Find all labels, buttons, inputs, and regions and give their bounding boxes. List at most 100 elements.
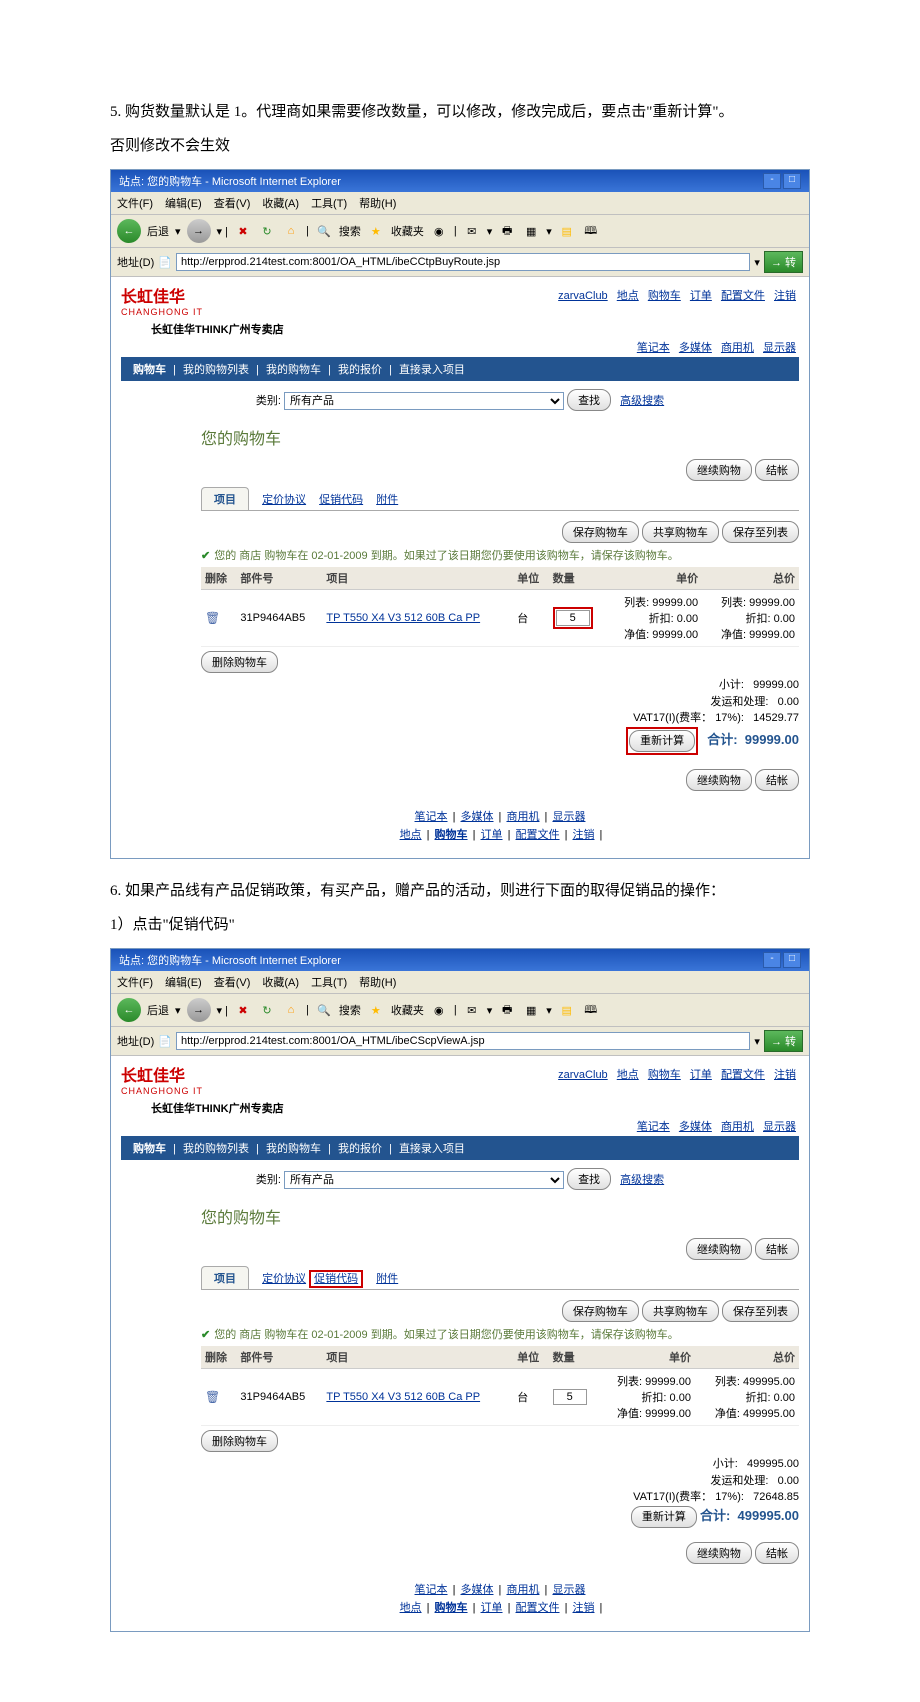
link-site[interactable]: 地点 — [617, 1069, 639, 1081]
forward-icon[interactable]: → — [187, 219, 211, 243]
minimize-icon[interactable]: - — [763, 173, 781, 189]
favorites-label[interactable]: 收藏夹 — [391, 223, 424, 239]
menu-tools[interactable]: 工具(T) — [311, 195, 347, 211]
tab-pricing[interactable]: 定价协议 — [262, 1273, 306, 1285]
foot-mon[interactable]: 显示器 — [552, 1584, 585, 1596]
tab-promo[interactable]: 促销代码 — [319, 494, 363, 506]
clear-cart-button[interactable]: 删除购物车 — [201, 651, 278, 673]
tab-promo[interactable]: 促销代码 — [314, 1273, 358, 1285]
subnav-multimedia[interactable]: 多媒体 — [679, 1121, 712, 1133]
mail-icon[interactable]: ✉ — [463, 222, 481, 240]
tab-item[interactable]: 项目 — [201, 1266, 249, 1289]
category-select[interactable]: 所有产品 — [284, 392, 564, 410]
continue-button[interactable]: 继续购物 — [686, 459, 752, 481]
checkout-button[interactable]: 结帐 — [755, 1238, 799, 1260]
recalc-button[interactable]: 重新计算 — [629, 730, 695, 753]
link-config[interactable]: 配置文件 — [721, 290, 765, 302]
url-input[interactable] — [176, 253, 750, 271]
search-icon[interactable]: 🔍 — [315, 222, 333, 240]
refresh-icon[interactable]: ↻ — [258, 222, 276, 240]
subnav-multimedia[interactable]: 多媒体 — [679, 342, 712, 354]
maximize-icon[interactable]: □ — [783, 952, 801, 968]
menu-edit[interactable]: 编辑(E) — [165, 974, 202, 990]
save-list-button[interactable]: 保存至列表 — [722, 1300, 799, 1322]
trash-icon[interactable]: 🗑 — [205, 611, 220, 625]
advanced-search[interactable]: 高级搜索 — [620, 395, 664, 407]
foot-cart[interactable]: 购物车 — [435, 829, 468, 841]
back-label[interactable]: 后退 — [147, 1002, 169, 1018]
subnav-notebook[interactable]: 笔记本 — [637, 342, 670, 354]
back-icon[interactable]: ← — [117, 219, 141, 243]
menu-favorites[interactable]: 收藏(A) — [262, 974, 299, 990]
menu-file[interactable]: 文件(F) — [117, 195, 153, 211]
share-cart-button[interactable]: 共享购物车 — [642, 521, 719, 543]
foot-biz[interactable]: 商用机 — [506, 1584, 539, 1596]
subnav-monitor[interactable]: 显示器 — [763, 1121, 796, 1133]
tab-item[interactable]: 项目 — [201, 487, 249, 510]
search-label[interactable]: 搜索 — [339, 1002, 361, 1018]
favorites-label[interactable]: 收藏夹 — [391, 1002, 424, 1018]
print-icon[interactable]: 🖶 — [498, 1001, 516, 1019]
foot-order[interactable]: 订单 — [481, 1602, 503, 1614]
tab-attach[interactable]: 附件 — [376, 494, 398, 506]
foot-mon[interactable]: 显示器 — [552, 811, 585, 823]
forward-icon[interactable]: → — [187, 998, 211, 1022]
menu-file[interactable]: 文件(F) — [117, 974, 153, 990]
continue-button-2[interactable]: 继续购物 — [686, 1542, 752, 1564]
recalc-button[interactable]: 重新计算 — [631, 1506, 697, 1529]
stop-icon[interactable]: ✖ — [234, 222, 252, 240]
subnav-monitor[interactable]: 显示器 — [763, 342, 796, 354]
foot-config[interactable]: 配置文件 — [516, 829, 560, 841]
menu-view[interactable]: 查看(V) — [214, 974, 251, 990]
qty-input[interactable] — [553, 1389, 587, 1405]
search-label[interactable]: 搜索 — [339, 223, 361, 239]
foot-config[interactable]: 配置文件 — [516, 1602, 560, 1614]
find-button[interactable]: 查找 — [567, 1168, 611, 1190]
foot-nb[interactable]: 笔记本 — [415, 1584, 448, 1596]
menu-help[interactable]: 帮助(H) — [359, 195, 396, 211]
checkout-button-2[interactable]: 结帐 — [755, 769, 799, 791]
back-label[interactable]: 后退 — [147, 223, 169, 239]
checkout-button-2[interactable]: 结帐 — [755, 1542, 799, 1564]
category-select[interactable]: 所有产品 — [284, 1171, 564, 1189]
checkout-button[interactable]: 结帐 — [755, 459, 799, 481]
link-zarvaclub[interactable]: zarvaClub — [558, 290, 608, 302]
nav-direct[interactable]: 直接录入项目 — [399, 1143, 465, 1155]
nav-list[interactable]: 我的购物列表 — [183, 1143, 249, 1155]
nav-direct[interactable]: 直接录入项目 — [399, 364, 465, 376]
link-config[interactable]: 配置文件 — [721, 1069, 765, 1081]
menu-edit[interactable]: 编辑(E) — [165, 195, 202, 211]
minimize-icon[interactable]: - — [763, 952, 781, 968]
nav-cart[interactable]: 购物车 — [133, 1143, 166, 1155]
foot-cart[interactable]: 购物车 — [435, 1602, 468, 1614]
advanced-search[interactable]: 高级搜索 — [620, 1174, 664, 1186]
save-cart-button[interactable]: 保存购物车 — [562, 1300, 639, 1322]
menu-help[interactable]: 帮助(H) — [359, 974, 396, 990]
favorites-icon[interactable]: ★ — [367, 222, 385, 240]
mail-icon[interactable]: ✉ — [463, 1001, 481, 1019]
clear-cart-button[interactable]: 删除购物车 — [201, 1430, 278, 1452]
link-logout[interactable]: 注销 — [774, 290, 796, 302]
edit-icon[interactable]: ▦ — [522, 1001, 540, 1019]
refresh-icon[interactable]: ↻ — [258, 1001, 276, 1019]
link-zarvaclub[interactable]: zarvaClub — [558, 1069, 608, 1081]
nav-mycart[interactable]: 我的购物车 — [266, 364, 321, 376]
media-icon[interactable]: ◉ — [430, 222, 448, 240]
print-icon[interactable]: 🖶 — [498, 222, 516, 240]
nav-mycart[interactable]: 我的购物车 — [266, 1143, 321, 1155]
foot-mm[interactable]: 多媒体 — [461, 1584, 494, 1596]
item-link[interactable]: TP T550 X4 V3 512 60B Ca PP — [326, 612, 480, 624]
link-site[interactable]: 地点 — [617, 290, 639, 302]
tab-attach[interactable]: 附件 — [376, 1273, 398, 1285]
continue-button[interactable]: 继续购物 — [686, 1238, 752, 1260]
go-button[interactable]: → 转 — [764, 1030, 803, 1052]
subnav-business[interactable]: 商用机 — [721, 342, 754, 354]
share-cart-button[interactable]: 共享购物车 — [642, 1300, 719, 1322]
qty-input[interactable] — [556, 610, 590, 626]
foot-mm[interactable]: 多媒体 — [461, 811, 494, 823]
continue-button-2[interactable]: 继续购物 — [686, 769, 752, 791]
link-order[interactable]: 订单 — [690, 290, 712, 302]
save-cart-button[interactable]: 保存购物车 — [562, 521, 639, 543]
favorites-icon[interactable]: ★ — [367, 1001, 385, 1019]
foot-site[interactable]: 地点 — [400, 1602, 422, 1614]
